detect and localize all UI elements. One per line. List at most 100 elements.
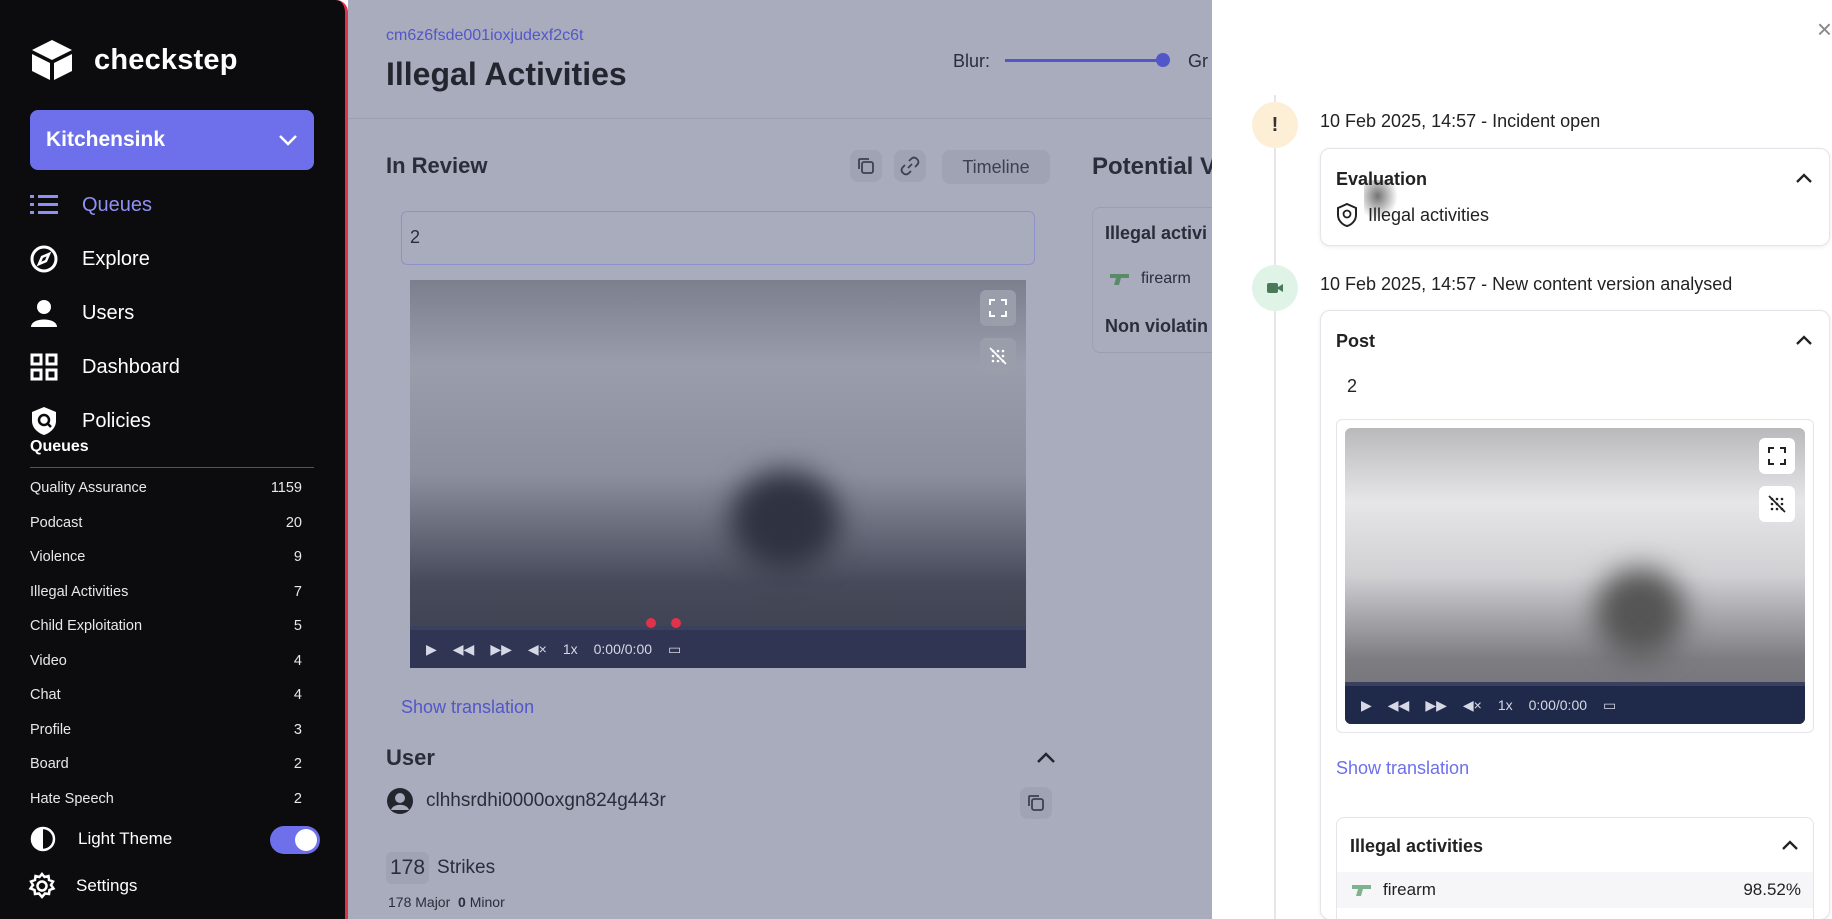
close-icon[interactable]: × xyxy=(1817,14,1832,45)
strikes-summary: 178 Strikes xyxy=(386,852,495,884)
fullscreen-button[interactable] xyxy=(980,290,1016,326)
checkstep-logo-icon xyxy=(32,40,72,80)
chevron-up-icon[interactable] xyxy=(1781,840,1799,851)
rewind-icon[interactable]: ◀◀ xyxy=(453,641,475,658)
queue-item[interactable]: Child Exploitation 5 xyxy=(30,609,302,644)
classification-row: firearm 98.52% xyxy=(1337,872,1813,908)
content-text: 2 xyxy=(401,211,1035,265)
list-icon xyxy=(28,189,60,221)
fullscreen-icon xyxy=(1768,447,1786,465)
blur-off-icon xyxy=(989,347,1007,365)
brand-logo[interactable]: checkstep xyxy=(30,38,238,82)
show-translation-link[interactable]: Show translation xyxy=(1336,758,1469,779)
play-icon[interactable]: ▶ xyxy=(1361,697,1372,714)
major-count: 178 xyxy=(388,894,412,910)
video-player[interactable]: ▶ ◀◀ ▶▶ ◀× 1x 0:00/0:00 ▭ xyxy=(410,280,1026,668)
nav-label: Policies xyxy=(82,409,151,432)
queue-item[interactable]: Board 2 xyxy=(30,747,302,782)
blur-slider-track[interactable] xyxy=(1005,59,1161,62)
gear-icon xyxy=(28,872,56,899)
timeline-button[interactable]: Timeline xyxy=(942,150,1050,184)
nav-label: Explore xyxy=(82,247,150,270)
picture-in-picture-icon[interactable]: ▭ xyxy=(668,641,681,658)
link-button[interactable] xyxy=(894,150,926,182)
queue-name: Chat xyxy=(30,687,61,704)
fast-forward-icon[interactable]: ▶▶ xyxy=(490,641,512,658)
chevron-down-icon xyxy=(279,135,297,146)
queue-item[interactable]: Video 4 xyxy=(30,644,302,679)
queue-item[interactable]: Violence 9 xyxy=(30,540,302,575)
user-heading: User xyxy=(386,745,435,770)
mute-icon[interactable]: ◀× xyxy=(528,641,547,658)
queue-count: 20 xyxy=(285,514,302,531)
timeline-marker[interactable] xyxy=(671,618,681,628)
alert-glyph: ! xyxy=(1271,113,1279,136)
copy-button[interactable] xyxy=(850,150,882,182)
video-progress-track[interactable] xyxy=(410,618,1026,630)
queue-name: Illegal Activities xyxy=(30,583,129,600)
queue-item[interactable]: Podcast 20 xyxy=(30,506,302,541)
chevron-up-icon[interactable] xyxy=(1036,752,1056,764)
copy-icon xyxy=(1028,795,1044,811)
compass-icon xyxy=(28,243,60,275)
video-camera-icon xyxy=(1267,283,1283,293)
potential-violations-heading: Potential V xyxy=(1092,153,1217,180)
page-title: Illegal Activities xyxy=(386,56,627,92)
shield-search-icon xyxy=(1337,203,1357,227)
classification-score: 98.52% xyxy=(1743,880,1801,899)
fast-forward-icon[interactable]: ▶▶ xyxy=(1425,697,1447,714)
playback-speed[interactable]: 1x xyxy=(563,641,578,657)
queue-item[interactable]: Illegal Activities 7 xyxy=(30,575,302,610)
settings-link[interactable]: Settings xyxy=(28,872,137,900)
nav-item-queues[interactable]: Queues xyxy=(28,178,318,232)
post-text: 2 xyxy=(1347,376,1358,396)
queue-item[interactable]: Profile 3 xyxy=(30,713,302,748)
case-id[interactable]: cm6z6fsde001ioxjudexf2c6t xyxy=(386,27,583,45)
show-translation-link[interactable]: Show translation xyxy=(401,697,534,718)
queue-list: Quality Assurance 1159 Podcast 20 Violence… xyxy=(30,471,302,816)
play-icon[interactable]: ▶ xyxy=(426,641,437,658)
queue-count: 2 xyxy=(293,790,302,807)
settings-label: Settings xyxy=(76,876,138,895)
workspace-selector[interactable]: Kitchensink xyxy=(30,110,314,170)
queue-count: 9 xyxy=(293,549,302,566)
queue-item[interactable]: Quality Assurance 1159 xyxy=(30,471,302,506)
timeline-marker[interactable] xyxy=(646,618,656,628)
queue-count: 5 xyxy=(293,618,302,635)
non-violating-label: Non violatin xyxy=(1105,316,1208,336)
nav-label: Users xyxy=(82,301,135,324)
video-progress-track[interactable] xyxy=(1345,682,1805,686)
chevron-up-icon[interactable] xyxy=(1795,173,1813,184)
minor-count: 0 xyxy=(458,894,466,910)
queue-item[interactable]: Hate Speech 2 xyxy=(30,782,302,817)
video-controls: ▶ ◀◀ ▶▶ ◀× 1x 0:00/0:00 ▭ xyxy=(410,618,1026,668)
incident-alert-icon: ! xyxy=(1252,102,1298,148)
nav-item-users[interactable]: Users xyxy=(28,286,318,340)
chevron-up-icon[interactable] xyxy=(1795,335,1813,346)
blur-slider-handle[interactable] xyxy=(1156,53,1170,67)
copy-user-id-button[interactable] xyxy=(1020,787,1052,819)
nav-item-explore[interactable]: Explore xyxy=(28,232,318,286)
mute-icon[interactable]: ◀× xyxy=(1463,697,1482,714)
brand-name: checkstep xyxy=(94,43,238,76)
fullscreen-button[interactable] xyxy=(1759,438,1795,474)
blur-toggle-button[interactable] xyxy=(1759,486,1795,522)
theme-toggle[interactable] xyxy=(270,826,320,854)
nav-item-dashboard[interactable]: Dashboard xyxy=(28,340,318,394)
user-icon xyxy=(28,297,60,329)
queue-item[interactable]: Chat 4 xyxy=(30,678,302,713)
blur-label: Blur: xyxy=(953,51,991,71)
copy-icon xyxy=(858,158,874,174)
rewind-icon[interactable]: ◀◀ xyxy=(1388,697,1410,714)
playback-time: 0:00/0:00 xyxy=(1528,697,1588,713)
picture-in-picture-icon[interactable]: ▭ xyxy=(1603,697,1616,714)
playback-speed[interactable]: 1x xyxy=(1498,697,1513,713)
queue-name: Board xyxy=(30,756,69,773)
major-label: Major xyxy=(415,894,451,910)
theme-row: Light Theme xyxy=(30,826,320,854)
user-avatar-icon xyxy=(387,788,413,814)
card-title: Post xyxy=(1336,331,1376,351)
video-player[interactable]: ▶ ◀◀ ▶▶ ◀× 1x 0:00/0:00 ▭ xyxy=(1345,428,1805,724)
user-id[interactable]: clhhsrdhi0000oxgn824g443r xyxy=(426,790,666,812)
blur-toggle-button[interactable] xyxy=(980,338,1016,374)
